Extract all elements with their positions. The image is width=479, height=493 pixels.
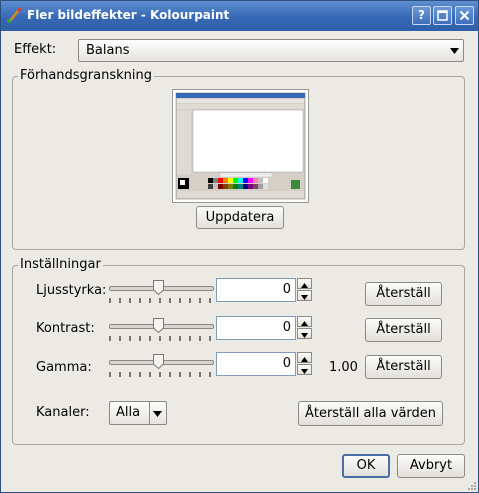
- chevron-down-icon: [153, 411, 162, 417]
- reset-contrast-button[interactable]: Återställ: [365, 318, 442, 342]
- gamma-slider[interactable]: [109, 353, 214, 379]
- brightness-label: Ljusstyrka:: [36, 283, 107, 298]
- help-icon: ?: [418, 8, 425, 22]
- arrow-down-icon: [301, 295, 308, 300]
- spin-down-button[interactable]: [297, 364, 312, 375]
- effect-value: Balans: [86, 43, 130, 58]
- cancel-label: Avbryt: [409, 458, 453, 473]
- update-button-label: Uppdatera: [205, 210, 275, 225]
- contrast-value[interactable]: 0: [216, 316, 296, 340]
- kolourpaint-app-icon: [7, 7, 22, 23]
- spin-up-button[interactable]: [297, 278, 312, 289]
- update-button[interactable]: Uppdatera: [196, 206, 284, 229]
- spin-up-button[interactable]: [297, 316, 312, 327]
- chevron-down-icon: [450, 48, 459, 54]
- channels-value: Alla: [116, 405, 141, 420]
- reset-button-label: Återställ: [376, 359, 431, 374]
- reset-all-label: Återställ alla värden: [304, 406, 437, 421]
- reset-brightness-button[interactable]: Återställ: [365, 282, 442, 306]
- spin-down-button[interactable]: [297, 328, 312, 339]
- close-icon: [459, 10, 470, 21]
- gamma-value[interactable]: 0: [216, 352, 296, 376]
- title-bar[interactable]: Fler bildeffekter - Kolourpaint ?: [1, 1, 478, 31]
- arrow-up-icon: [301, 357, 308, 362]
- contrast-slider[interactable]: [109, 317, 214, 343]
- contrast-label: Kontrast:: [36, 321, 95, 336]
- ok-button[interactable]: OK: [342, 454, 390, 478]
- cancel-button[interactable]: Avbryt: [397, 454, 465, 478]
- channels-label: Kanaler:: [36, 405, 90, 420]
- arrow-down-icon: [301, 369, 308, 374]
- brightness-slider[interactable]: [109, 279, 214, 305]
- brightness-value[interactable]: 0: [216, 278, 296, 302]
- gamma-spinbox[interactable]: 0: [216, 352, 313, 376]
- spin-up-button[interactable]: [297, 352, 312, 363]
- maximize-button[interactable]: [433, 6, 452, 25]
- effect-combobox[interactable]: Balans: [78, 39, 464, 62]
- contrast-spinbox[interactable]: 0: [216, 316, 313, 340]
- slider-handle[interactable]: [153, 354, 164, 369]
- spin-down-button[interactable]: [297, 290, 312, 301]
- slider-handle[interactable]: [153, 280, 164, 295]
- resize-grip-icon[interactable]: [467, 481, 477, 491]
- preview-group-title: Förhandsgranskning: [18, 68, 154, 83]
- arrow-down-icon: [301, 333, 308, 338]
- reset-button-label: Återställ: [376, 286, 431, 301]
- reset-all-button[interactable]: Återställ alla värden: [298, 401, 443, 426]
- close-button[interactable]: [455, 6, 474, 25]
- reset-button-label: Återställ: [376, 322, 431, 337]
- slider-handle[interactable]: [153, 318, 164, 333]
- reset-gamma-button[interactable]: Återställ: [365, 355, 442, 379]
- gamma-label: Gamma:: [36, 360, 92, 375]
- preview-image: [175, 92, 306, 200]
- dialog-window: Fler bildeffekter - Kolourpaint ? Effekt…: [0, 0, 479, 493]
- maximize-icon: [437, 10, 448, 21]
- arrow-up-icon: [301, 321, 308, 326]
- brightness-spinbox[interactable]: 0: [216, 278, 313, 302]
- gamma-readout: 1.00: [329, 360, 358, 375]
- arrow-up-icon: [301, 283, 308, 288]
- help-button[interactable]: ?: [412, 6, 431, 25]
- channels-combobox[interactable]: Alla: [109, 401, 167, 425]
- effect-label: Effekt:: [14, 42, 57, 57]
- ok-label: OK: [356, 458, 376, 473]
- window-title: Fler bildeffekter - Kolourpaint: [27, 8, 230, 22]
- settings-group-title: Inställningar: [18, 257, 103, 272]
- preview-thumbnail: [172, 89, 309, 203]
